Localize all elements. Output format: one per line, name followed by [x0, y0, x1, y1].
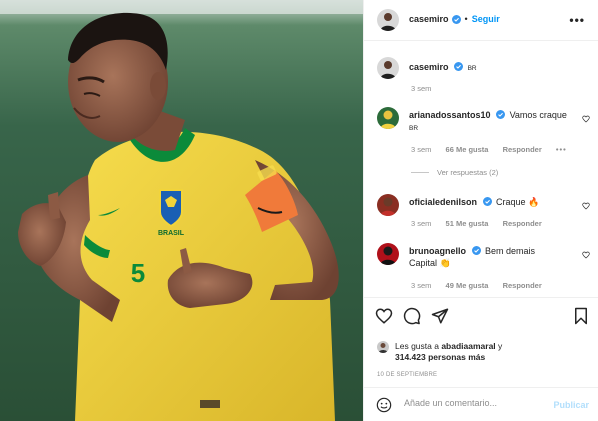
verified-badge-icon: [482, 197, 492, 206]
commenter-avatar[interactable]: [377, 107, 399, 129]
liker-avatar[interactable]: [377, 341, 389, 353]
caption-text: BR: [467, 65, 477, 72]
view-replies-line: [411, 172, 429, 173]
comment-more-icon[interactable]: •••: [556, 145, 567, 154]
player-photo: BRASIL 5: [0, 0, 363, 421]
comment-username[interactable]: oficialedenilson: [409, 197, 477, 207]
share-send-icon[interactable]: [431, 307, 449, 325]
comment-text-line2: BR: [409, 125, 419, 132]
add-comment-bar: Publicar: [364, 387, 598, 421]
comment-likes[interactable]: 49 Me gusta: [446, 281, 489, 290]
commenter-avatar[interactable]: [377, 243, 399, 265]
comment-username[interactable]: arianadossantos10: [409, 110, 491, 120]
save-bookmark-icon[interactable]: [572, 307, 590, 325]
post-date: 10 DE SEPTIEMBRE: [377, 372, 438, 378]
header-separator: •: [464, 14, 468, 24]
verified-badge-icon: [471, 246, 481, 255]
likes-prefix: Les gusta a: [395, 341, 439, 351]
comment-like-heart-icon[interactable]: [582, 115, 590, 123]
reply-button[interactable]: Responder: [503, 145, 542, 154]
comment-time: 3 sem: [411, 281, 432, 290]
verified-badge-icon: [451, 14, 461, 24]
comment-meta: 3 sem 49 Me gusta Responder: [411, 281, 554, 290]
comment-meta: 3 sem 51 Me gusta Responder: [411, 219, 554, 228]
comment-bubble-icon[interactable]: [403, 307, 421, 325]
comment-item: oficialedenilson Craque 🔥: [377, 194, 587, 216]
caption: casemiro BR: [377, 57, 587, 79]
like-heart-icon[interactable]: [375, 307, 393, 325]
comment-meta: 3 sem 66 Me gusta Responder •••: [411, 145, 579, 154]
author-avatar[interactable]: [377, 9, 399, 31]
post-header: casemiro • Seguir •••: [364, 0, 598, 41]
author-username[interactable]: casemiro: [409, 14, 449, 24]
comment-text: Craque 🔥: [496, 197, 540, 207]
crest-text: BRASIL: [158, 230, 185, 237]
cbf-crest: [159, 189, 183, 228]
view-replies[interactable]: Ver respuestas (2): [411, 168, 498, 177]
post-actions: Les gusta a abadiaamaral y 314.423 perso…: [364, 297, 598, 387]
comment-text: Vamos craque: [509, 110, 567, 120]
caption-avatar[interactable]: [377, 57, 399, 79]
likes-joiner: y: [498, 341, 503, 351]
comment-text: Bem demais: [485, 246, 536, 256]
liker-username[interactable]: abadiaamaral: [441, 341, 495, 351]
comment-item: arianadossantos10 Vamos craque BR: [377, 107, 587, 135]
caption-username[interactable]: casemiro: [409, 62, 449, 72]
likes-count[interactable]: 314.423 personas más: [395, 352, 485, 362]
comment-time: 3 sem: [411, 219, 432, 228]
verified-badge-icon: [496, 110, 506, 119]
comment-username[interactable]: brunoagnello: [409, 246, 466, 256]
likes-summary: Les gusta a abadiaamaral y 314.423 perso…: [377, 341, 502, 363]
comment-like-heart-icon[interactable]: [582, 202, 590, 210]
caption-meta: 3 sem: [411, 84, 443, 93]
shirt-number: 5: [131, 258, 145, 288]
view-replies-label[interactable]: Ver respuestas (2): [437, 168, 498, 177]
follow-button[interactable]: Seguir: [472, 14, 500, 24]
comment-likes[interactable]: 66 Me gusta: [446, 145, 489, 154]
emoji-icon[interactable]: [376, 397, 392, 413]
post-photo[interactable]: BRASIL 5: [0, 0, 363, 421]
comment-text-line2: Capital 👏: [409, 258, 451, 268]
post-side-panel: casemiro • Seguir ••• casemiro BR 3 sem …: [363, 0, 598, 421]
caption-time: 3 sem: [411, 84, 432, 93]
reply-button[interactable]: Responder: [503, 281, 542, 290]
instagram-post: BRASIL 5 casemiro • Seguir ••• casemiro …: [0, 0, 598, 421]
comment-likes[interactable]: 51 Me gusta: [446, 219, 489, 228]
more-options-icon[interactable]: •••: [569, 13, 585, 27]
commenter-avatar[interactable]: [377, 194, 399, 216]
comment-time: 3 sem: [411, 145, 432, 154]
verified-badge-icon: [454, 62, 464, 71]
comment-item: brunoagnello Bem demais Capital 👏: [377, 243, 587, 269]
comment-like-heart-icon[interactable]: [582, 251, 590, 259]
reply-button[interactable]: Responder: [503, 219, 542, 228]
publish-button[interactable]: Publicar: [553, 400, 589, 410]
comment-input[interactable]: [404, 398, 544, 408]
